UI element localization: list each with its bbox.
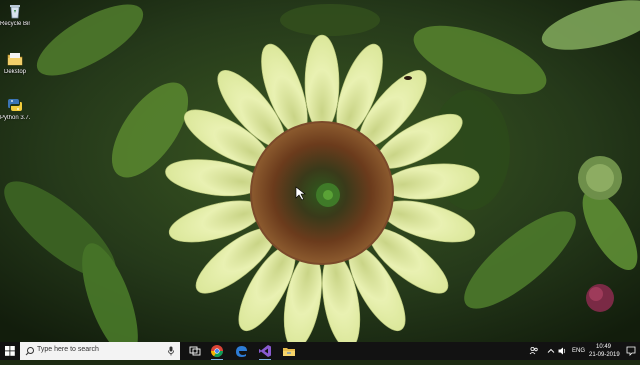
taskbar-app-edge[interactable] xyxy=(232,342,250,360)
edge-icon xyxy=(236,346,247,357)
task-view-button[interactable] xyxy=(186,342,204,360)
clock-time: 10:49 xyxy=(596,344,612,350)
python-icon xyxy=(6,96,24,114)
tray-show-hidden-icons[interactable] xyxy=(546,342,556,360)
taskbar-app-file-explorer[interactable] xyxy=(280,342,298,360)
desktop-icon-label: Recycle Bin xyxy=(0,21,30,27)
tray-people-button[interactable] xyxy=(528,342,540,360)
file-explorer-icon xyxy=(283,348,295,356)
chrome-icon xyxy=(211,345,223,358)
taskbar-app-chrome[interactable] xyxy=(208,342,226,360)
microphone-icon[interactable] xyxy=(168,346,174,356)
tray-action-center-button[interactable] xyxy=(624,342,638,360)
tray-clock[interactable]: 10:49 21-09-2019 xyxy=(588,342,622,360)
taskbar-search-box[interactable]: Type here to search xyxy=(20,342,180,360)
search-icon xyxy=(25,347,34,356)
start-button[interactable] xyxy=(0,342,20,360)
clock-date: 21-09-2019 xyxy=(589,352,620,358)
desktop-icon-label: Dekstop xyxy=(3,69,26,75)
desktop-wallpaper-coneflower xyxy=(0,0,640,342)
chevron-up-icon xyxy=(547,348,555,353)
desktop-icon-python[interactable]: Python 3.7... xyxy=(0,96,30,122)
people-icon xyxy=(529,347,538,355)
recycle-bin-icon xyxy=(6,2,24,20)
volume-icon xyxy=(558,347,566,355)
search-placeholder: Type here to search xyxy=(37,346,99,353)
folder-icon xyxy=(6,50,24,68)
taskbar-app-visual-studio[interactable] xyxy=(256,342,274,360)
task-view-icon xyxy=(189,346,201,356)
desktop-icon-label: Python 3.7... xyxy=(0,115,30,121)
visual-studio-icon xyxy=(259,345,271,357)
tray-language[interactable]: ENG xyxy=(572,348,585,354)
taskbar: Type here to search ENG 10:49 21-09-2019 xyxy=(0,342,640,360)
tray-volume-button[interactable] xyxy=(557,342,567,360)
windows-logo-icon xyxy=(5,346,15,356)
desktop-icon-recycle-bin[interactable]: Recycle Bin xyxy=(0,2,30,28)
desktop-icon-folder[interactable]: Dekstop xyxy=(0,50,30,76)
notification-icon xyxy=(626,346,636,356)
